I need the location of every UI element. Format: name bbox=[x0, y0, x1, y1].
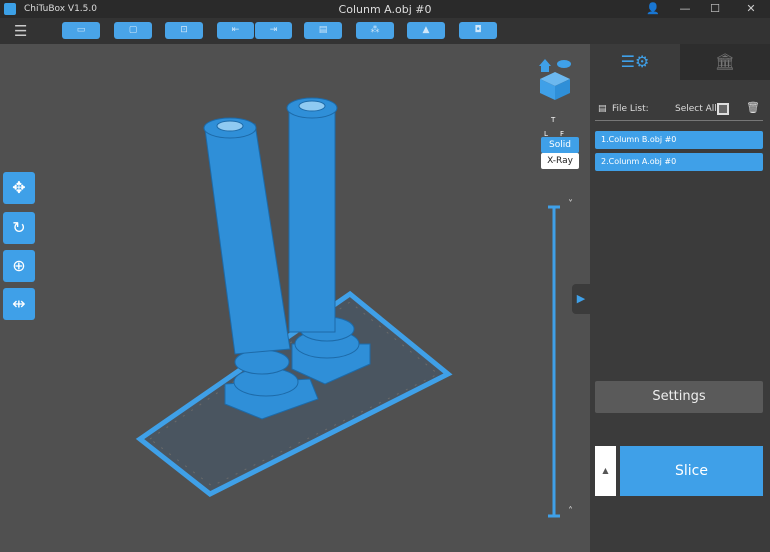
move-tool-button[interactable]: ✥ bbox=[3, 172, 35, 204]
view-cube-icon[interactable] bbox=[539, 59, 571, 100]
xray-mode-button[interactable]: X-Ray bbox=[541, 153, 579, 169]
open-file-button[interactable]: ▭ bbox=[62, 22, 100, 39]
document-button[interactable]: ▤ bbox=[304, 22, 342, 39]
column-b-model bbox=[286, 97, 371, 385]
slice-options-button[interactable]: ▲ bbox=[595, 446, 616, 496]
settings-button[interactable]: Settings bbox=[595, 381, 763, 413]
select-button[interactable]: ⊡ bbox=[165, 22, 203, 39]
app-title: ChiTuBox V1.5.0 bbox=[24, 4, 97, 14]
slider-up-arrow[interactable]: ˄ bbox=[568, 506, 573, 517]
cube-top-label: T bbox=[551, 116, 556, 124]
select-all-checkbox[interactable] bbox=[717, 103, 729, 115]
solid-mode-button[interactable]: Solid bbox=[541, 137, 579, 153]
select-all-label: Select All bbox=[675, 104, 717, 114]
settings-list-icon: ☰⚙ bbox=[620, 52, 650, 71]
maximize-button[interactable]: ☐ bbox=[700, 0, 730, 18]
rotate-tool-button[interactable]: ↻ bbox=[3, 212, 35, 244]
scene[interactable] bbox=[0, 44, 590, 552]
user-icon[interactable]: 👤 bbox=[638, 0, 668, 18]
export-button[interactable]: ⇥ bbox=[255, 22, 292, 39]
layout-button[interactable]: ⁂ bbox=[356, 22, 394, 39]
close-button[interactable]: ✕ bbox=[736, 0, 766, 18]
tab-settings[interactable]: ☰⚙ bbox=[590, 44, 680, 80]
file-list-item[interactable]: 1.Column B.obj #0 bbox=[595, 131, 763, 149]
slider-down-arrow[interactable]: ˅ bbox=[568, 199, 573, 210]
file-list-item[interactable]: 2.Colunm A.obj #0 bbox=[595, 153, 763, 171]
mirror-tool-button[interactable]: ⇹ bbox=[3, 288, 35, 320]
hamburger-menu-icon[interactable]: ☰ bbox=[14, 22, 27, 40]
collapse-panel-button[interactable]: ▶ bbox=[572, 284, 590, 314]
divider bbox=[595, 120, 763, 121]
slice-button[interactable]: Slice bbox=[620, 446, 763, 496]
right-panel: ☰⚙ 🏛 ▤ File List: Select All 🗑 1.Column … bbox=[590, 44, 770, 552]
delete-icon[interactable]: 🗑 bbox=[746, 101, 760, 114]
import-button[interactable]: ⇤ bbox=[217, 22, 254, 39]
columns-icon: 🏛 bbox=[714, 52, 736, 71]
title-bar: ChiTuBox V1.5.0 Colunm A.obj #0 👤 — ☐ ✕ bbox=[0, 0, 770, 18]
scale-tool-button[interactable]: ⊕ bbox=[3, 250, 35, 282]
file-icon: ▤ bbox=[598, 104, 607, 114]
support-button[interactable]: ▲ bbox=[407, 22, 445, 39]
3d-viewport[interactable]: T L F Solid X-Ray ˅ ˄ ✥ ↻ ⊕ ⇹ ▶ bbox=[0, 44, 590, 552]
home-icon[interactable] bbox=[539, 59, 551, 72]
eye-icon[interactable] bbox=[557, 60, 571, 68]
hollow-button[interactable]: ◘ bbox=[459, 22, 497, 39]
minimize-button[interactable]: — bbox=[670, 0, 700, 18]
app-logo-icon bbox=[4, 3, 16, 15]
toolbar: ☰ ▭ ▢ ⊡ ⇤ ⇥ ▤ ⁂ ▲ ◘ bbox=[0, 18, 770, 44]
file-list-label: File List: bbox=[612, 104, 649, 114]
tab-supports[interactable]: 🏛 bbox=[680, 44, 770, 80]
save-button[interactable]: ▢ bbox=[114, 22, 152, 39]
